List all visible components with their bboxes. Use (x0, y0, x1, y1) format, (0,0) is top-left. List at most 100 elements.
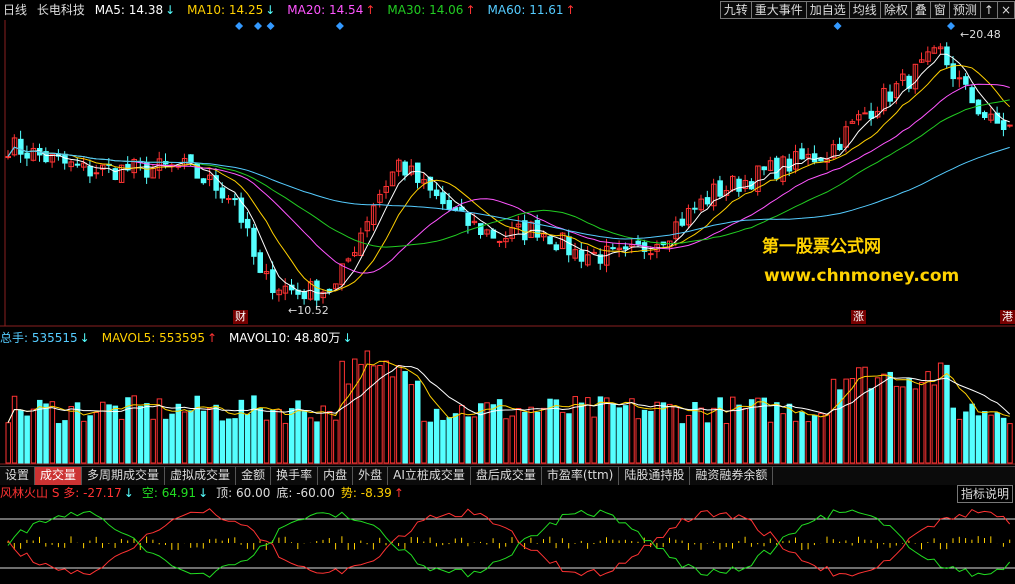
volume-legend-item-0-arrow-icon: ↓ (79, 331, 90, 345)
event-tag-limit-up[interactable]: 涨 (851, 310, 866, 324)
tab-11[interactable]: 陆股通持股 (619, 467, 691, 485)
ma-legend-item-1-arrow-icon: ↓ (265, 3, 276, 17)
tab-12[interactable]: 融资融券余额 (690, 467, 774, 485)
volume-bar-18 (118, 418, 125, 464)
volume-bar-127 (805, 421, 812, 464)
volume-bar-12 (81, 420, 87, 464)
volume-bar-53 (339, 360, 345, 464)
candle-body-98 (622, 246, 629, 250)
volume-bar-155 (982, 411, 988, 464)
indicator-legend-item-0: 风林火山 S 多: -27.17 ↓ (0, 486, 138, 500)
volume-bar-26 (169, 413, 175, 464)
indicator-legend-item-2-text: 顶: 60.00 (216, 486, 271, 500)
volume-bar-38 (244, 413, 251, 464)
volume-bar-154 (975, 415, 982, 464)
period-label[interactable]: 日线 (3, 3, 27, 17)
volume-bar-82 (522, 411, 528, 464)
volume-bar-76 (484, 402, 490, 464)
volume-bar-45 (289, 408, 295, 464)
tab-6[interactable]: 内盘 (318, 467, 354, 485)
toolbar-button-0[interactable]: 九转 (719, 1, 751, 19)
volume-bar-34 (219, 420, 226, 464)
tab-7[interactable]: 外盘 (353, 467, 389, 485)
ma-legend-item-3: MA30: 14.06 ↑ (387, 3, 481, 17)
volume-bar-89 (566, 413, 572, 464)
tab-2[interactable]: 多周期成交量 (82, 467, 166, 485)
volume-bar-83 (528, 406, 534, 464)
toolbar-button-3[interactable]: 均线 (848, 1, 880, 19)
indicator-legend-item-0-arrow-icon: ↓ (123, 486, 134, 500)
volume-bar-16 (106, 404, 112, 464)
candle-body-102 (648, 253, 654, 256)
candle-body-63 (402, 161, 408, 176)
tab-1[interactable]: 成交量 (35, 467, 83, 485)
event-diamond-icon-1 (254, 22, 262, 30)
indicator-legend-item-3-text: 底: -60.00 (276, 486, 335, 500)
tab-10[interactable]: 市盈率(ttm) (542, 467, 620, 485)
toolbar-button-7[interactable]: 预测 (948, 1, 980, 19)
toolbar-button-9[interactable]: × (996, 1, 1015, 19)
volume-bar-29 (188, 410, 194, 464)
ma-legend-item-1-text: MA10: 14.25 (187, 3, 264, 17)
volume-bar-50 (320, 405, 326, 464)
candle-body-89 (566, 236, 572, 256)
tab-5[interactable]: 换手率 (271, 467, 319, 485)
volume-legend-item-1-text: MAVOL5: 553595 (101, 331, 205, 345)
volume-bar-6 (43, 403, 49, 464)
candle-body-13 (87, 165, 93, 177)
indicator-help-button[interactable]: 指标说明 (956, 485, 1013, 503)
tab-3[interactable]: 虚拟成交量 (165, 467, 237, 485)
candle-body-75 (478, 223, 484, 235)
candle-body-65 (415, 162, 421, 183)
candle-body-116 (736, 178, 742, 192)
tab-8[interactable]: AI立桩成交量 (388, 467, 471, 485)
candle-body-39 (251, 227, 257, 257)
volume-bar-47 (301, 411, 308, 464)
volume-bar-8 (55, 423, 62, 464)
candle-body-70 (446, 200, 452, 210)
toolbar-button-8[interactable]: ↑ (979, 1, 997, 19)
volume-bar-13 (87, 415, 93, 464)
volume-chart[interactable] (0, 347, 1015, 465)
candle-body-129 (818, 157, 824, 162)
indicator-chart[interactable] (0, 502, 1015, 584)
toolbar-button-6[interactable]: 窗 (929, 1, 949, 19)
volume-bar-157 (994, 412, 1001, 464)
volume-bar-151 (956, 418, 963, 464)
volume-bar-88 (559, 411, 566, 464)
volume-bar-81 (515, 407, 522, 464)
volume-bar-138 (874, 377, 881, 464)
toolbar-button-1[interactable]: 重大事件 (750, 1, 806, 19)
candle-body-78 (496, 240, 503, 243)
candle-body-126 (799, 148, 805, 160)
candle-body-22 (144, 162, 150, 178)
volume-legend-item-0: 总手: 535515 ↓ (0, 331, 96, 345)
ma-legend-item-2: MA20: 14.54 ↑ (287, 3, 381, 17)
toolbar-button-5[interactable]: 叠 (910, 1, 930, 19)
volume-bar-74 (471, 416, 478, 464)
event-tag-finance[interactable]: 财 (233, 310, 248, 324)
ma-legend-item-3-text: MA30: 14.06 (387, 3, 464, 17)
toolbar-button-4[interactable]: 除权 (879, 1, 911, 19)
volume-bar-130 (824, 414, 830, 464)
volume-bar-1 (11, 395, 18, 464)
tab-4[interactable]: 金额 (236, 467, 272, 485)
event-tag-hk[interactable]: 港 (1000, 310, 1015, 324)
candle-body-84 (534, 219, 541, 238)
volume-bar-139 (881, 373, 887, 464)
tab-0[interactable]: 设置 (0, 467, 36, 485)
candle-body-100 (635, 240, 641, 245)
toolbar-button-2[interactable]: 加自选 (805, 1, 849, 19)
candle-body-154 (975, 99, 982, 115)
volume-bar-23 (150, 418, 156, 464)
volume-bar-106 (673, 406, 679, 464)
volume-bar-109 (692, 402, 698, 464)
candle-body-49 (314, 280, 320, 301)
candle-body-96 (610, 247, 616, 250)
candle-body-73 (465, 212, 471, 226)
volume-bar-2 (18, 409, 24, 464)
indicator-legend-item-0-text: 风林火山 S 多: -27.17 (0, 486, 122, 500)
volume-bar-129 (818, 412, 824, 464)
ma-legend-item-4: MA60: 11.61 ↑ (488, 3, 582, 17)
tab-9[interactable]: 盘后成交量 (471, 467, 542, 485)
